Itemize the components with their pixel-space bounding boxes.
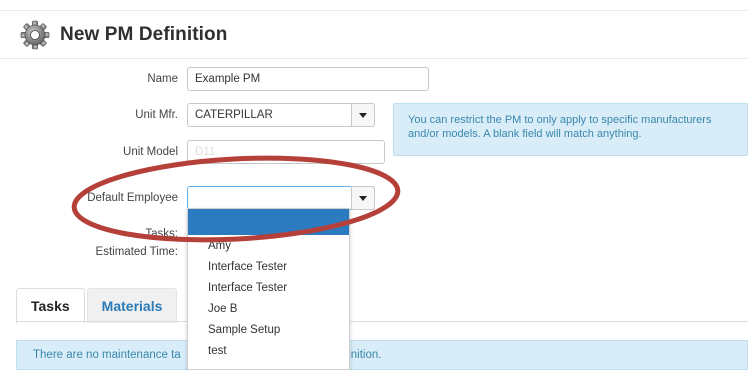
dropdown-option[interactable]: test <box>188 340 349 361</box>
default-employee-label: Default Employee <box>87 192 178 204</box>
page-header: New PM Definition <box>20 20 227 50</box>
dropdown-option[interactable]: Amy <box>188 235 349 256</box>
employee-dropdown-list: Amy Interface Tester Interface Tester Jo… <box>187 208 350 370</box>
unit-model-row: Unit Model D11 <box>100 140 385 164</box>
chevron-down-icon <box>359 195 367 201</box>
name-label: Name <box>147 73 178 85</box>
no-tasks-alert: There are no maintenance ta finition. <box>16 340 748 370</box>
dropdown-option[interactable] <box>188 209 349 235</box>
tab-tasks[interactable]: Tasks <box>16 288 85 324</box>
tab-divider <box>16 321 748 322</box>
unit-mfr-value: CATERPILLAR <box>187 103 375 127</box>
unit-mfr-dropdown-button[interactable] <box>351 103 375 127</box>
default-employee-value <box>187 186 375 210</box>
unit-mfr-label: Unit Mfr. <box>135 109 178 121</box>
top-divider <box>0 10 748 11</box>
unit-mfr-select[interactable]: CATERPILLAR <box>187 103 375 127</box>
default-employee-dropdown-button[interactable] <box>351 186 375 210</box>
unit-mfr-row: Unit Mfr. CATERPILLAR <box>100 103 375 127</box>
header-divider <box>0 58 748 59</box>
unit-model-input[interactable]: D11 <box>187 140 385 164</box>
dropdown-option[interactable]: Interface Tester <box>188 256 349 277</box>
unit-model-label: Unit Model <box>123 146 178 158</box>
gear-icon <box>20 20 50 50</box>
alert-text-left: There are no maintenance ta <box>33 349 181 361</box>
dropdown-option[interactable]: Sample Setup <box>188 319 349 340</box>
dropdown-option[interactable]: Interface Tester <box>188 277 349 298</box>
detail-tabs: Tasks Materials <box>16 288 178 324</box>
tab-materials[interactable]: Materials <box>86 288 178 323</box>
alert-text-right: finition. <box>345 349 382 361</box>
chevron-down-icon <box>359 112 367 118</box>
name-row: Name Example PM <box>100 67 429 91</box>
name-input[interactable]: Example PM <box>187 67 429 91</box>
tasks-label: Tasks: <box>145 228 178 240</box>
page-title: New PM Definition <box>60 24 228 45</box>
estimated-time-row: Estimated Time: <box>82 246 178 258</box>
estimated-time-label: Estimated Time: <box>95 246 178 258</box>
tasks-row: Tasks: <box>82 228 178 240</box>
dropdown-option[interactable]: Joe B <box>188 298 349 319</box>
default-employee-select[interactable] <box>187 186 375 210</box>
restriction-info-box: You can restrict the PM to only apply to… <box>393 103 748 156</box>
default-employee-row: Default Employee <box>82 186 375 210</box>
unit-model-value: D11 <box>195 146 216 158</box>
